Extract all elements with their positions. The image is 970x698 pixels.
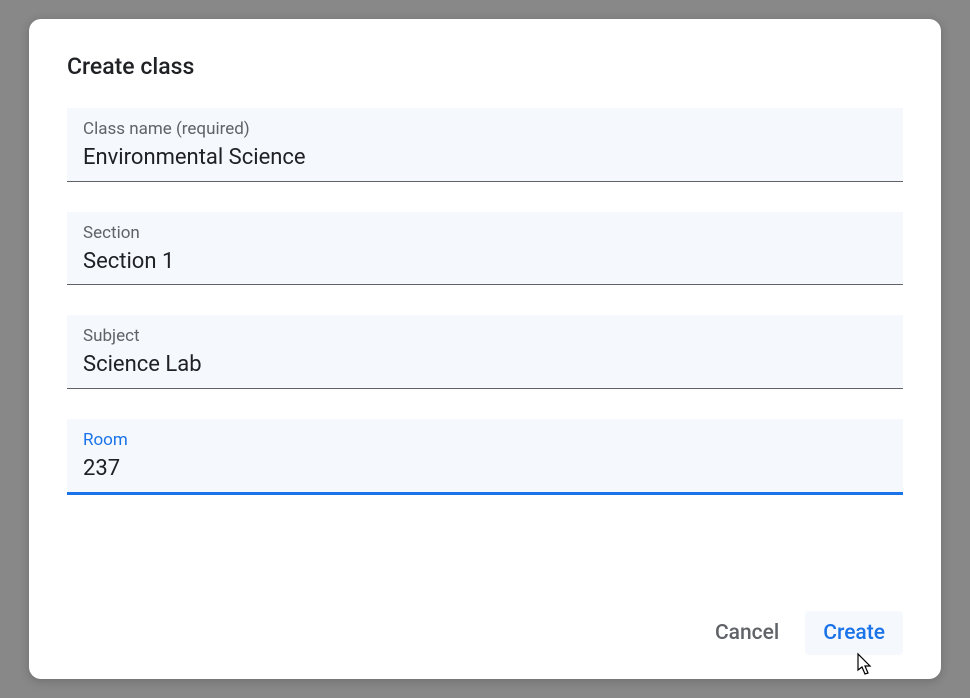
section-input[interactable] (83, 248, 887, 277)
form-fields: Class name (required) Section Subject Ro… (67, 108, 903, 591)
class-name-field[interactable]: Class name (required) (67, 108, 903, 182)
create-class-dialog: Create class Class name (required) Secti… (29, 19, 941, 679)
room-label: Room (83, 429, 887, 451)
class-name-label: Class name (required) (83, 118, 887, 140)
class-name-input[interactable] (83, 144, 887, 173)
create-button[interactable]: Create (805, 611, 903, 655)
dialog-title: Create class (67, 53, 903, 80)
dialog-actions: Cancel Create (67, 611, 903, 655)
room-input[interactable] (83, 455, 887, 484)
section-label: Section (83, 222, 887, 244)
subject-input[interactable] (83, 351, 887, 380)
subject-label: Subject (83, 325, 887, 347)
section-field[interactable]: Section (67, 212, 903, 286)
subject-field[interactable]: Subject (67, 315, 903, 389)
cancel-button[interactable]: Cancel (697, 611, 797, 655)
room-field[interactable]: Room (67, 419, 903, 495)
